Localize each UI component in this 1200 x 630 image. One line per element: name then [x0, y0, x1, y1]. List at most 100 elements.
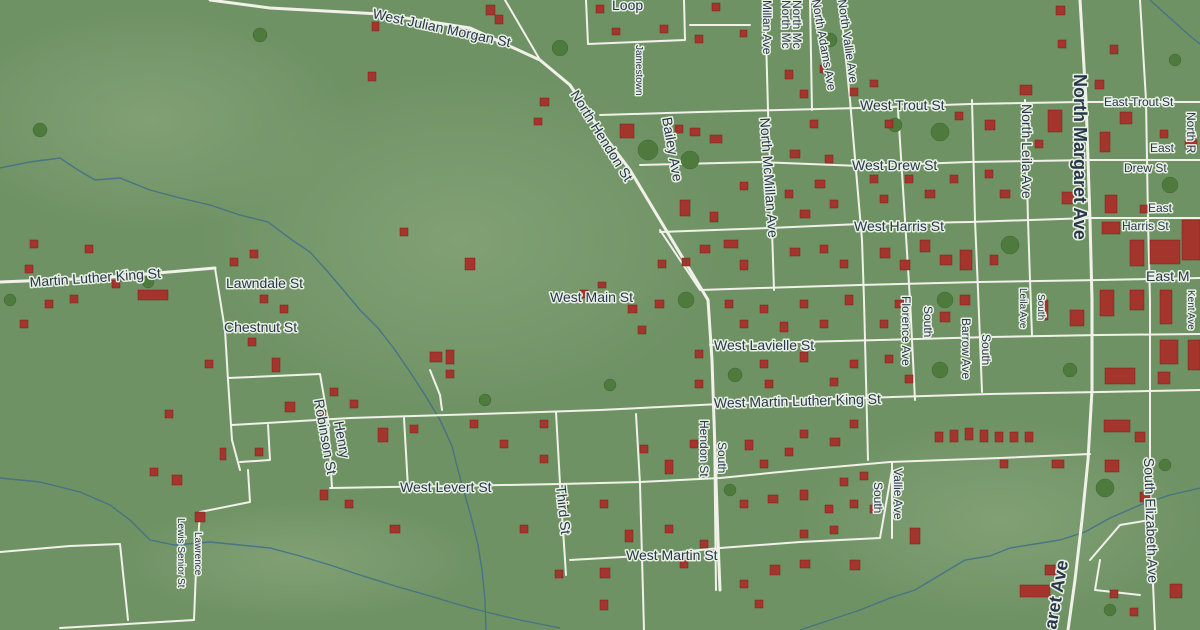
- tree: [551, 39, 569, 57]
- building: [869, 79, 879, 88]
- building: [1055, 5, 1066, 16]
- building: [539, 419, 549, 429]
- building: [259, 294, 269, 304]
- label-chestnut: Chestnut St: [224, 319, 297, 335]
- building: [1139, 204, 1149, 214]
- building: [84, 244, 94, 254]
- building: [934, 431, 944, 443]
- tree: [1062, 362, 1078, 378]
- building: [595, 4, 605, 14]
- building: [939, 254, 953, 266]
- tree: [478, 393, 492, 407]
- building: [829, 437, 841, 447]
- building: [739, 499, 749, 509]
- building: [979, 429, 989, 443]
- building: [1047, 109, 1063, 133]
- building: [1181, 219, 1200, 261]
- building: [19, 319, 29, 329]
- building: [637, 325, 647, 335]
- building: [219, 447, 227, 461]
- building: [739, 29, 748, 38]
- building: [1024, 431, 1034, 443]
- building: [844, 294, 854, 306]
- label-west-martin: West Martin St: [626, 547, 718, 563]
- building: [904, 374, 914, 384]
- building: [1149, 239, 1181, 265]
- building: [367, 71, 377, 82]
- building: [689, 127, 701, 137]
- building: [904, 174, 914, 184]
- building: [799, 351, 809, 363]
- building: [739, 319, 749, 329]
- building: [164, 409, 174, 419]
- building: [554, 569, 564, 579]
- building: [964, 427, 974, 441]
- label-lawrence: Lawrence: [192, 532, 203, 576]
- building: [994, 431, 1004, 443]
- building: [1034, 139, 1044, 149]
- building: [599, 599, 609, 611]
- building: [754, 599, 764, 609]
- building: [949, 174, 959, 184]
- building: [984, 119, 996, 131]
- building: [229, 257, 239, 267]
- building: [494, 14, 504, 25]
- building: [789, 247, 801, 257]
- building: [849, 559, 861, 571]
- tree: [1168, 53, 1182, 67]
- building: [954, 111, 964, 121]
- building: [247, 337, 257, 347]
- building: [319, 489, 329, 501]
- building: [1129, 239, 1145, 267]
- label-west-levert: West Levert St: [400, 479, 492, 495]
- building: [254, 447, 264, 457]
- map-canvas[interactable]: West Julian Morgan St Loop Jamestown Nor…: [0, 0, 1200, 630]
- building: [709, 134, 723, 144]
- building: [779, 321, 789, 333]
- building: [204, 359, 214, 369]
- label-lewis-senior: Lewis Senior St: [175, 518, 186, 588]
- building: [249, 249, 259, 259]
- building: [694, 34, 704, 44]
- building: [849, 499, 859, 509]
- building: [137, 289, 169, 301]
- tree: [1000, 235, 1020, 255]
- building: [485, 4, 496, 16]
- building: [784, 447, 794, 457]
- field-patch: [800, 420, 1200, 620]
- building: [824, 504, 834, 514]
- building: [799, 89, 809, 99]
- building: [1069, 309, 1085, 327]
- building: [759, 359, 769, 369]
- building: [1109, 44, 1119, 55]
- building: [1159, 289, 1173, 325]
- building: [799, 489, 809, 501]
- building: [1159, 339, 1179, 365]
- building: [759, 459, 769, 469]
- tree: [252, 27, 268, 43]
- label-leila-ave: Leila Ave: [1017, 288, 1028, 329]
- map-view[interactable]: West Julian Morgan St Loop Jamestown Nor…: [0, 0, 1200, 630]
- building: [829, 525, 839, 535]
- building: [784, 69, 794, 80]
- building: [924, 189, 936, 199]
- building: [1009, 431, 1019, 443]
- tree: [3, 293, 17, 307]
- building: [744, 439, 754, 451]
- label-hendon-south-1: South: [715, 442, 729, 473]
- building: [829, 377, 839, 387]
- building: [899, 259, 911, 271]
- building: [599, 499, 609, 509]
- building: [799, 209, 811, 219]
- building: [849, 419, 859, 429]
- building: [1134, 431, 1146, 443]
- building: [819, 319, 829, 329]
- building: [194, 511, 206, 523]
- building: [1119, 111, 1133, 125]
- building: [759, 304, 769, 314]
- building: [989, 254, 999, 266]
- building: [784, 189, 794, 199]
- building: [627, 304, 638, 314]
- tree: [677, 291, 695, 309]
- building: [799, 529, 809, 539]
